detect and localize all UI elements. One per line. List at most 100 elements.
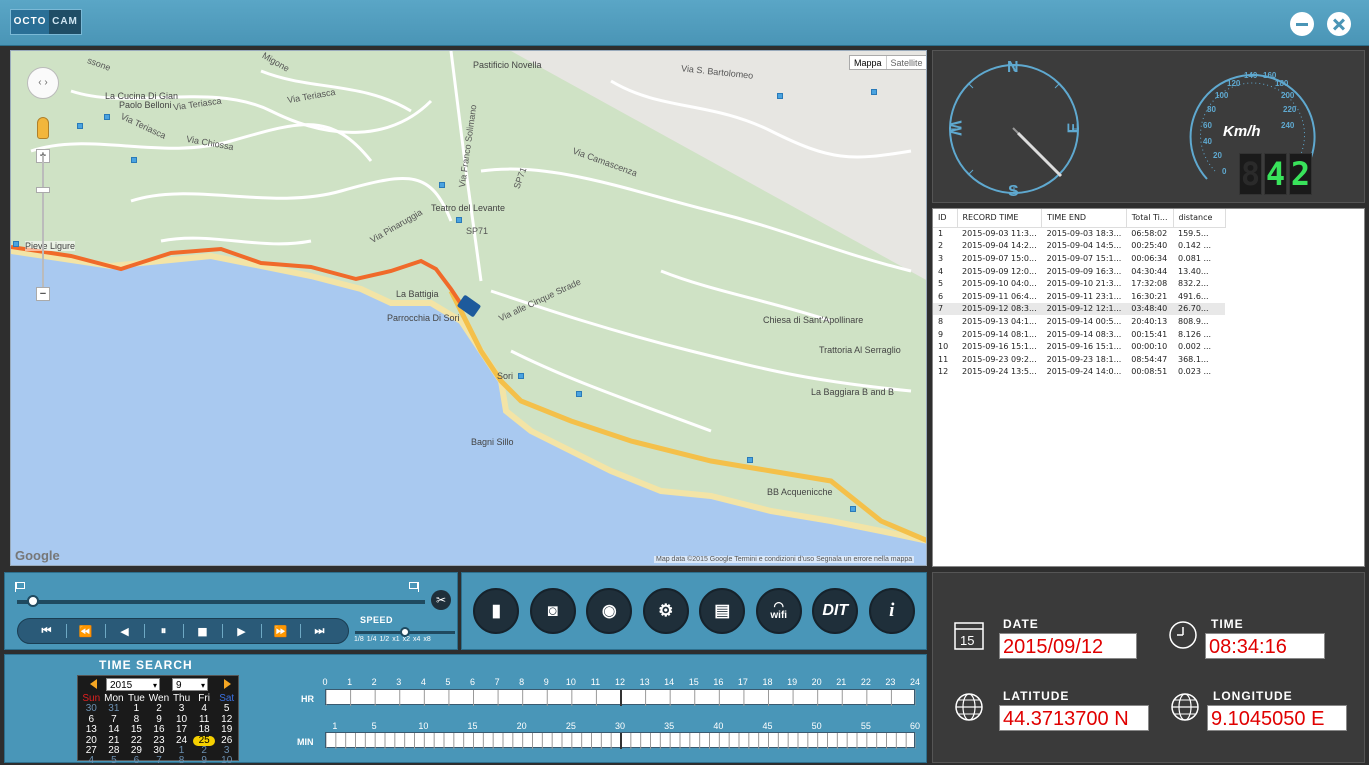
- poi-marker[interactable]: [850, 506, 856, 512]
- poi-marker[interactable]: [456, 217, 462, 223]
- title-bar: OCTO CAM: [0, 0, 1369, 46]
- calendar-day[interactable]: 4: [80, 756, 103, 765]
- table-row[interactable]: 2 2015-09-04 14:2... 2015-09-04 14:5... 00:…: [933, 240, 1225, 253]
- rewind-button[interactable]: ⏪: [72, 625, 100, 638]
- poi-marker[interactable]: [518, 373, 524, 379]
- sd-card-button[interactable]: ▮: [473, 588, 520, 634]
- table-row[interactable]: 8 2015-09-13 04:1... 2015-09-14 00:5... 20:…: [933, 315, 1225, 328]
- table-cell: 16:30:21: [1131, 291, 1168, 301]
- table-row[interactable]: 12 2015-09-24 13:5... 2015-09-24 14:0... 00…: [933, 366, 1225, 379]
- calendar-prev-arrow-icon[interactable]: [90, 679, 97, 689]
- close-button[interactable]: [1327, 12, 1351, 36]
- calendar-day[interactable]: 8: [170, 756, 193, 765]
- speed-option[interactable]: x1: [392, 636, 399, 643]
- table-row[interactable]: 7 2015-09-12 08:3... 2015-09-12 12:1... 03:…: [933, 302, 1225, 316]
- poi-marker[interactable]: [13, 241, 19, 247]
- minimize-button[interactable]: [1290, 12, 1314, 36]
- timeline-tick-label: 5: [371, 721, 377, 731]
- year-select[interactable]: 2015: [106, 678, 160, 692]
- calendar-day[interactable]: 9: [193, 756, 216, 765]
- poi-marker[interactable]: [777, 93, 783, 99]
- hdd-button[interactable]: ◙: [529, 588, 576, 634]
- map-label: Parrocchia Di Sori: [387, 313, 460, 323]
- save-button[interactable]: ▤: [699, 588, 746, 634]
- map-type-selector[interactable]: Mappa Satellite: [849, 55, 926, 70]
- timeline-tick-label: 19: [787, 677, 798, 687]
- column-header[interactable]: Total Ti...: [1126, 209, 1174, 228]
- timeline-tick-label: 13: [639, 677, 650, 687]
- column-header[interactable]: TIME END: [1041, 209, 1127, 228]
- play-button[interactable]: ▶: [228, 625, 256, 638]
- info-button[interactable]: i: [868, 588, 915, 634]
- pan-control[interactable]: ‹ ›: [27, 67, 59, 99]
- table-row[interactable]: 9 2015-09-14 08:1... 2015-09-14 08:3... 00:…: [933, 328, 1225, 341]
- hour-timeline[interactable]: [325, 689, 916, 706]
- speed-option[interactable]: 1/4: [367, 636, 377, 643]
- table-row[interactable]: 11 2015-09-23 09:2... 2015-09-23 18:1... 08…: [933, 353, 1225, 366]
- column-header[interactable]: distance: [1173, 209, 1226, 228]
- speed-scale-label: 60: [1203, 121, 1212, 130]
- poi-marker[interactable]: [131, 157, 137, 163]
- speed-option[interactable]: x8: [423, 636, 430, 643]
- cut-scissors-button[interactable]: ✂: [431, 590, 451, 610]
- poi-marker[interactable]: [747, 457, 753, 463]
- record-list[interactable]: ID RECORD TIME TIME END Total Ti... distance…: [932, 208, 1365, 567]
- calendar-day[interactable]: 10: [215, 756, 238, 765]
- start-flag-icon[interactable]: [15, 582, 25, 592]
- settings-button[interactable]: ⚙: [642, 588, 689, 634]
- speed-option[interactable]: x2: [403, 636, 410, 643]
- fast-forward-button[interactable]: ⏩: [267, 625, 295, 638]
- skip-last-button[interactable]: ⏭: [306, 624, 334, 638]
- calendar-next-arrow-icon[interactable]: [224, 679, 231, 689]
- table-row[interactable]: 1 2015-09-03 11:3... 2015-09-03 18:3... 06:…: [933, 227, 1225, 240]
- table-row[interactable]: 4 2015-09-09 12:0... 2015-09-09 16:3... 04:…: [933, 265, 1225, 278]
- zoom-slider-track[interactable]: [42, 155, 44, 295]
- snapshot-button[interactable]: ◉: [586, 588, 633, 634]
- speed-digital-display: 8 4 2: [1239, 153, 1313, 195]
- calendar-day[interactable]: 5: [103, 756, 126, 765]
- table-row[interactable]: 10 2015-09-16 15:1... 2015-09-16 15:1... 00…: [933, 340, 1225, 353]
- map-label: Sori: [497, 371, 514, 381]
- month-select[interactable]: 9: [172, 678, 208, 692]
- table-row[interactable]: 3 2015-09-07 15:0... 2015-09-07 15:1... 00:…: [933, 252, 1225, 265]
- timeline-tick-label: 5: [445, 677, 451, 687]
- playback-progress-track[interactable]: [17, 600, 425, 604]
- poi-marker[interactable]: [439, 182, 445, 188]
- map-label: SP71: [466, 226, 489, 236]
- stop-button[interactable]: ■: [189, 625, 217, 638]
- timeline-tick-label: 20: [811, 677, 822, 687]
- map-attribution[interactable]: Map data ©2015 Google Termini e condizio…: [654, 556, 915, 563]
- sd-card-icon: ▮: [491, 601, 501, 620]
- calendar-day[interactable]: 6: [125, 756, 148, 765]
- table-row[interactable]: 6 2015-09-11 06:4... 2015-09-11 23:1... 16:…: [933, 290, 1225, 303]
- speed-option[interactable]: 1/8: [354, 636, 364, 643]
- dit-label: DIT: [822, 602, 849, 619]
- poi-marker[interactable]: [576, 391, 582, 397]
- poi-marker[interactable]: [77, 123, 83, 129]
- column-header[interactable]: RECORD TIME: [957, 209, 1043, 228]
- step-back-button[interactable]: ◀: [111, 625, 139, 638]
- poi-marker[interactable]: [104, 114, 110, 120]
- poi-marker[interactable]: [871, 89, 877, 95]
- skip-first-button[interactable]: ⏮: [33, 624, 61, 638]
- map-type-map[interactable]: Mappa: [850, 56, 886, 69]
- calendar-day[interactable]: 7: [148, 756, 171, 765]
- zoom-slider-thumb[interactable]: [36, 187, 50, 193]
- map-view[interactable]: Pastificio Novella Via S. Bartolomeo La …: [10, 50, 927, 566]
- speed-option[interactable]: x4: [413, 636, 420, 643]
- playback-progress-thumb[interactable]: [27, 595, 40, 607]
- table-cell: 2015-09-14 08:1...: [962, 329, 1037, 339]
- dit-button[interactable]: DIT: [812, 588, 859, 634]
- street-view-pegman-icon[interactable]: [37, 117, 49, 139]
- table-cell: 0.002 ...: [1178, 342, 1212, 352]
- table-row[interactable]: 5 2015-09-10 04:0... 2015-09-10 21:3... 17:…: [933, 277, 1225, 290]
- speed-option[interactable]: 1/2: [379, 636, 389, 643]
- info-panel: 15 DATE 2015/09/12 TIME 08:34:16 LATITUD…: [932, 572, 1365, 763]
- pause-button[interactable]: ⏸: [150, 624, 178, 638]
- zoom-out-button[interactable]: −: [36, 287, 50, 301]
- wifi-button[interactable]: ◠ wifi: [755, 588, 802, 634]
- map-type-satellite[interactable]: Satellite: [885, 56, 926, 69]
- end-flag-icon[interactable]: [409, 582, 419, 592]
- minute-timeline[interactable]: [325, 732, 916, 749]
- column-header[interactable]: ID: [933, 209, 958, 228]
